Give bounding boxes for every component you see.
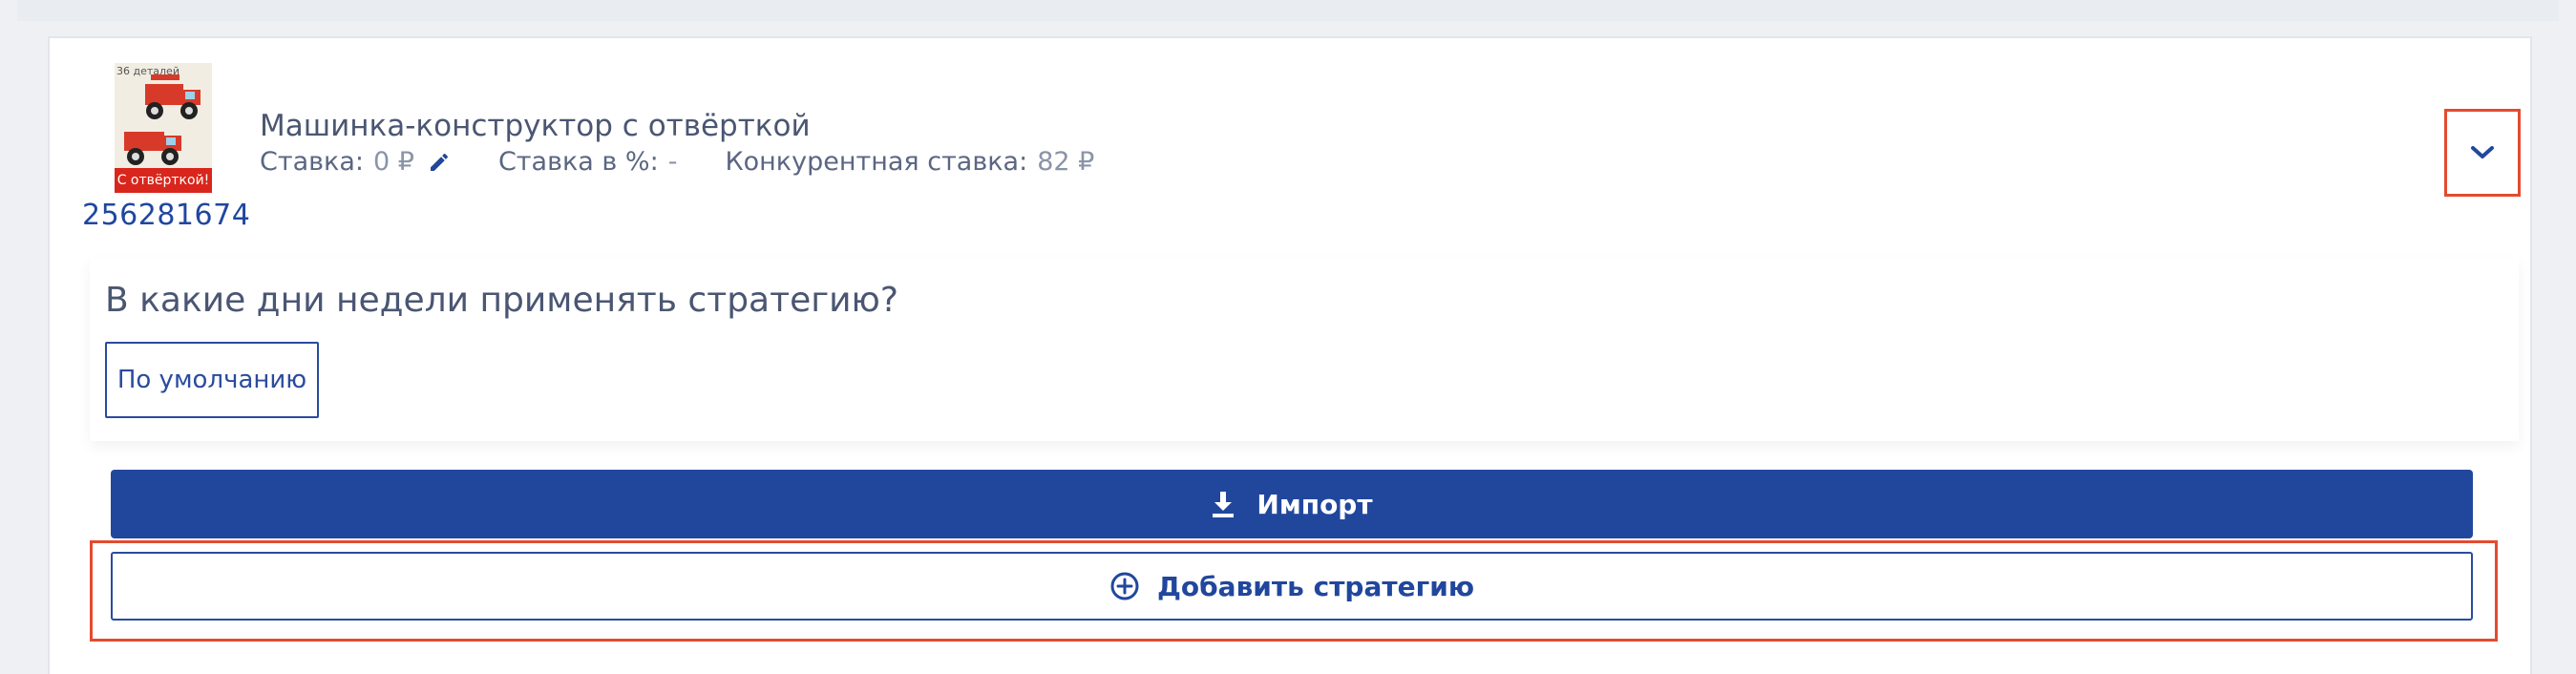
truck-image bbox=[124, 132, 181, 165]
pencil-icon[interactable] bbox=[428, 151, 451, 174]
product-image[interactable]: 36 деталей С отвёрткой! bbox=[115, 63, 212, 193]
top-strip bbox=[17, 0, 2559, 21]
bid-percent-value: - bbox=[667, 147, 678, 177]
chevron-down-icon bbox=[2471, 146, 2494, 158]
download-icon bbox=[1211, 490, 1235, 518]
bid-label: Ставка: bbox=[260, 147, 364, 177]
default-button[interactable]: По умолчанию bbox=[105, 342, 319, 418]
product-image-ribbon: С отвёрткой! bbox=[115, 168, 212, 193]
competitor-bid-value: 82 ₽ bbox=[1037, 147, 1095, 177]
product-sku[interactable]: 256281674 bbox=[82, 199, 250, 232]
add-strategy-button-label: Добавить стратегию bbox=[1156, 570, 1475, 602]
bid-value: 0 ₽ bbox=[373, 147, 414, 177]
product-title: Машинка-конструктор с отвёрткой bbox=[260, 109, 811, 143]
product-meta: Ставка: 0 ₽ Ставка в %: - Конкурентная с… bbox=[260, 147, 1094, 177]
plus-circle-icon bbox=[1109, 571, 1140, 601]
import-button[interactable]: Импорт bbox=[111, 470, 2473, 538]
bid-percent-label: Ставка в %: bbox=[497, 147, 659, 177]
import-button-label: Импорт bbox=[1256, 488, 1373, 520]
weekday-panel: В какие дни недели применять стратегию? … bbox=[90, 258, 2519, 441]
add-strategy-button[interactable]: Добавить стратегию bbox=[111, 552, 2473, 621]
competitor-bid-label: Конкурентная ставка: bbox=[725, 147, 1028, 177]
weekday-question: В какие дни недели применять стратегию? bbox=[105, 281, 898, 320]
expand-button[interactable] bbox=[2444, 109, 2521, 197]
truck-image bbox=[145, 74, 201, 119]
product-card: 36 деталей С отвёрткой! 256281674 Машинк… bbox=[48, 36, 2532, 674]
